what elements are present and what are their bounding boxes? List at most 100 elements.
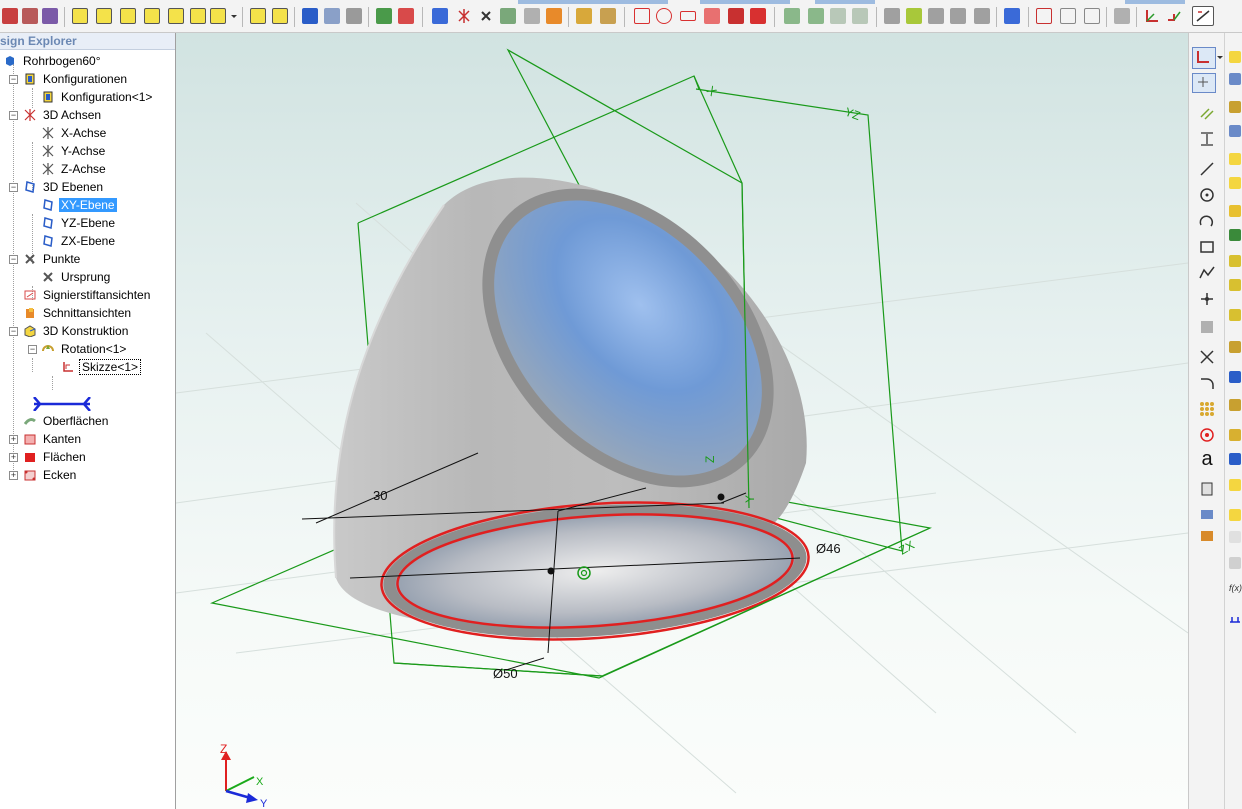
axis-point[interactable] — [717, 493, 725, 501]
sweep-icon[interactable] — [1229, 153, 1241, 165]
feature-icon-3[interactable] — [830, 8, 846, 24]
spline-icon[interactable] — [1199, 265, 1215, 281]
circle-icon[interactable] — [656, 8, 672, 24]
tree-item-ursprung[interactable]: Ursprung — [42, 268, 112, 286]
thread-icon[interactable] — [1229, 371, 1241, 383]
revolve-icon[interactable] — [1229, 101, 1241, 113]
collapse-toggle[interactable]: − — [9, 327, 18, 336]
box-view-bottom-icon[interactable] — [210, 8, 226, 24]
collapse-toggle[interactable]: − — [9, 75, 18, 84]
tree-item-oberflaechen[interactable]: Oberflächen — [23, 412, 110, 430]
box-view-icon[interactable] — [72, 8, 88, 24]
chevron-down-icon[interactable] — [1216, 47, 1224, 63]
circle-icon[interactable] — [1199, 187, 1215, 203]
snap-point-button[interactable] — [1192, 73, 1216, 93]
3d-viewport[interactable]: X YZ Z Y ZX 30 Ø46 Ø50 Z X Y — [176, 33, 1188, 809]
boolean-icon[interactable] — [1229, 557, 1241, 569]
plane-icon[interactable] — [432, 8, 448, 24]
sketch-plane-icon[interactable] — [1166, 8, 1182, 24]
shaded-sphere-icon[interactable] — [302, 8, 318, 24]
shell-icon[interactable] — [1229, 255, 1241, 267]
tree-item-3d-konstruktion[interactable]: 3D Konstruktion — [24, 322, 130, 340]
pattern-feature-icon[interactable] — [1229, 429, 1241, 441]
tree-item-skizze[interactable]: Skizze<1> — [62, 358, 142, 376]
tree-item-ecken[interactable]: Ecken — [24, 466, 78, 484]
dimension-d46[interactable]: Ø46 — [816, 541, 841, 556]
collapse-toggle[interactable]: − — [28, 345, 37, 354]
scale-icon[interactable] — [1229, 509, 1241, 521]
tree-item-konfiguration1[interactable]: Konfiguration<1> — [42, 88, 154, 106]
dimension-30[interactable]: 30 — [373, 488, 387, 503]
expand-toggle[interactable]: + — [9, 453, 18, 462]
tree-item-kanten[interactable]: Kanten — [24, 430, 83, 448]
tree-item-3d-ebenen[interactable]: 3D Ebenen — [24, 178, 105, 196]
expand-toggle[interactable]: + — [9, 435, 18, 444]
axis-icon[interactable] — [456, 8, 472, 24]
sketch-button[interactable] — [1192, 47, 1216, 69]
tree-item-y-achse[interactable]: Y-Achse — [42, 142, 107, 160]
move-icon[interactable] — [1229, 479, 1241, 491]
box-view-side-icon[interactable] — [144, 8, 160, 24]
tree-item-xy-ebene[interactable]: XY-Ebene — [42, 196, 117, 214]
tree-item-root[interactable]: Rohrbogen60° — [4, 52, 103, 70]
constraint-icon[interactable] — [1229, 613, 1241, 625]
sketch-mode-button[interactable] — [1192, 6, 1214, 26]
measure-icon[interactable] — [576, 8, 592, 24]
line-icon[interactable] — [1199, 161, 1215, 177]
collapse-toggle[interactable]: − — [9, 111, 18, 120]
mirror-icon-3[interactable] — [974, 8, 990, 24]
hatch-icon[interactable] — [1199, 319, 1215, 335]
tree-item-flaechen[interactable]: Flächen — [24, 448, 88, 466]
box-view-front-icon[interactable] — [96, 8, 112, 24]
pattern-icon[interactable] — [704, 8, 720, 24]
chevron-down-icon[interactable] — [230, 8, 238, 24]
mirror-feature-icon[interactable] — [1229, 453, 1241, 465]
rectangle-icon[interactable] — [680, 11, 696, 21]
extrude-cut-icon[interactable] — [1229, 73, 1241, 85]
rectangle-icon[interactable] — [1199, 239, 1215, 255]
collapse-toggle[interactable]: − — [9, 255, 18, 264]
shaded-edges-icon[interactable] — [324, 8, 340, 24]
hourglass-icon[interactable] — [398, 8, 414, 24]
wireframe-icon[interactable] — [346, 8, 362, 24]
section-icon[interactable] — [546, 8, 562, 24]
collapse-toggle[interactable]: − — [9, 183, 18, 192]
box-view-iso-icon[interactable] — [168, 8, 184, 24]
expand-toggle[interactable]: + — [9, 471, 18, 480]
target-icon[interactable] — [1199, 427, 1215, 443]
list-icon[interactable] — [750, 8, 766, 24]
loft-icon[interactable] — [1229, 177, 1241, 189]
open-part-icon[interactable] — [2, 8, 18, 24]
arc-icon[interactable] — [1199, 213, 1215, 229]
pen-icon[interactable] — [906, 8, 922, 24]
extrude-icon[interactable] — [1229, 51, 1241, 63]
hole-icon[interactable] — [1229, 341, 1241, 353]
balance-icon[interactable] — [600, 8, 616, 24]
surface-icon[interactable] — [500, 8, 516, 24]
view-icon[interactable] — [1199, 505, 1215, 521]
draft-icon[interactable] — [1229, 309, 1241, 321]
feature-icon[interactable] — [784, 8, 800, 24]
coordinate-system-icon[interactable] — [1144, 8, 1160, 24]
sketch-icon[interactable] — [634, 8, 650, 24]
filter-icon[interactable] — [884, 8, 900, 24]
tree-item-zx-ebene[interactable]: ZX-Ebene — [42, 232, 117, 250]
chamfer-icon[interactable] — [1229, 229, 1241, 241]
shading-icon[interactable] — [1199, 527, 1215, 543]
tree-item-schnittansichten[interactable]: Schnittansichten — [24, 304, 133, 322]
feature-icon-4[interactable] — [852, 8, 868, 24]
tree-item-yz-ebene[interactable]: YZ-Ebene — [42, 214, 117, 232]
point-icon[interactable] — [478, 8, 494, 24]
dimension-v-icon[interactable] — [1084, 8, 1100, 24]
dimension-icon[interactable] — [1036, 8, 1052, 24]
step-up-icon[interactable] — [272, 8, 288, 24]
box-view-back-icon[interactable] — [190, 8, 206, 24]
tree-item-3d-achsen[interactable]: 3D Achsen — [24, 106, 103, 124]
sketch-layer-icon[interactable] — [1199, 481, 1215, 497]
point-crosshair-icon[interactable] — [1199, 291, 1215, 307]
mirror-icon-2[interactable] — [950, 8, 966, 24]
step-down-icon[interactable] — [250, 8, 266, 24]
text-tool-button[interactable]: a — [1199, 449, 1215, 469]
distance-icon[interactable] — [1199, 131, 1215, 147]
tree-item-punkte[interactable]: Punkte — [24, 250, 82, 268]
